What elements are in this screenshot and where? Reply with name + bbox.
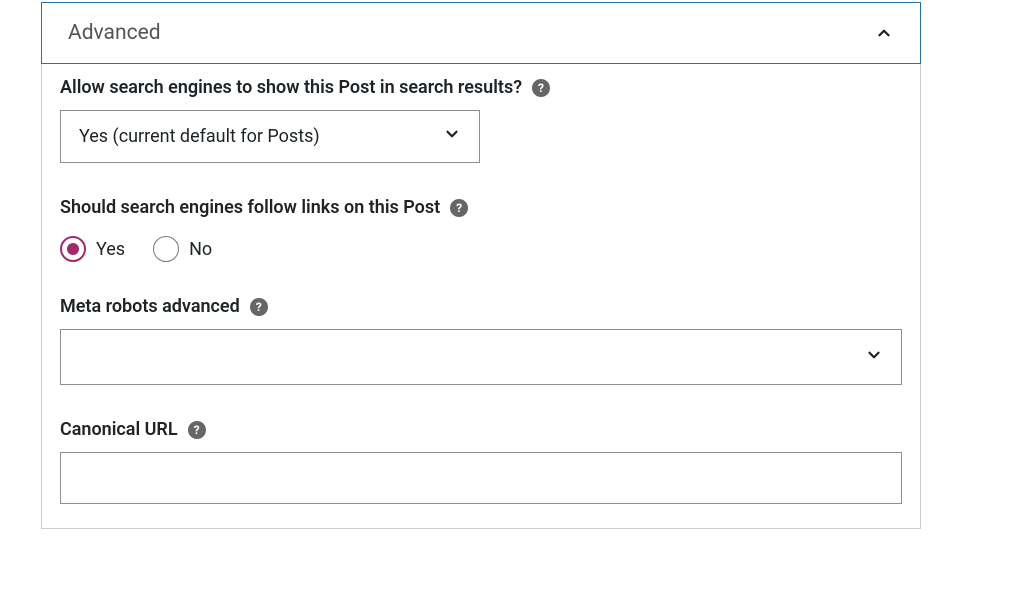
help-icon[interactable]: ? xyxy=(450,199,468,217)
help-icon[interactable]: ? xyxy=(532,79,550,97)
chevron-up-icon xyxy=(874,23,894,43)
panel-title: Advanced xyxy=(68,21,161,45)
select-allow-search[interactable]: Yes (current default for Posts) xyxy=(60,110,480,163)
panel-header[interactable]: Advanced xyxy=(41,2,921,64)
select-allow-search-value: Yes (current default for Posts) xyxy=(79,126,320,147)
radio-dot xyxy=(67,243,79,255)
label-allow-search: Allow search engines to show this Post i… xyxy=(60,77,522,98)
radio-label-yes: Yes xyxy=(96,239,125,260)
help-icon[interactable]: ? xyxy=(188,421,206,439)
radio-circle-no xyxy=(153,236,179,262)
chevron-down-icon xyxy=(443,125,461,148)
label-follow-links: Should search engines follow links on th… xyxy=(60,197,440,218)
input-canonical-url[interactable] xyxy=(60,452,902,504)
panel-body: Allow search engines to show this Post i… xyxy=(42,63,920,528)
advanced-panel: Advanced Allow search engines to show th… xyxy=(41,2,921,529)
radio-circle-yes xyxy=(60,236,86,262)
radio-yes[interactable]: Yes xyxy=(60,236,125,262)
radio-label-no: No xyxy=(189,239,212,260)
field-canonical: Canonical URL ? xyxy=(60,419,902,504)
chevron-down-icon xyxy=(865,346,883,369)
label-meta-robots: Meta robots advanced xyxy=(60,296,240,317)
radio-no[interactable]: No xyxy=(153,236,212,262)
help-icon[interactable]: ? xyxy=(250,298,268,316)
radio-group-follow: Yes No xyxy=(60,236,902,262)
field-allow-search: Allow search engines to show this Post i… xyxy=(60,77,902,163)
label-canonical: Canonical URL xyxy=(60,419,178,440)
field-follow-links: Should search engines follow links on th… xyxy=(60,197,902,262)
field-meta-robots: Meta robots advanced ? xyxy=(60,296,902,385)
select-meta-robots[interactable] xyxy=(60,329,902,385)
